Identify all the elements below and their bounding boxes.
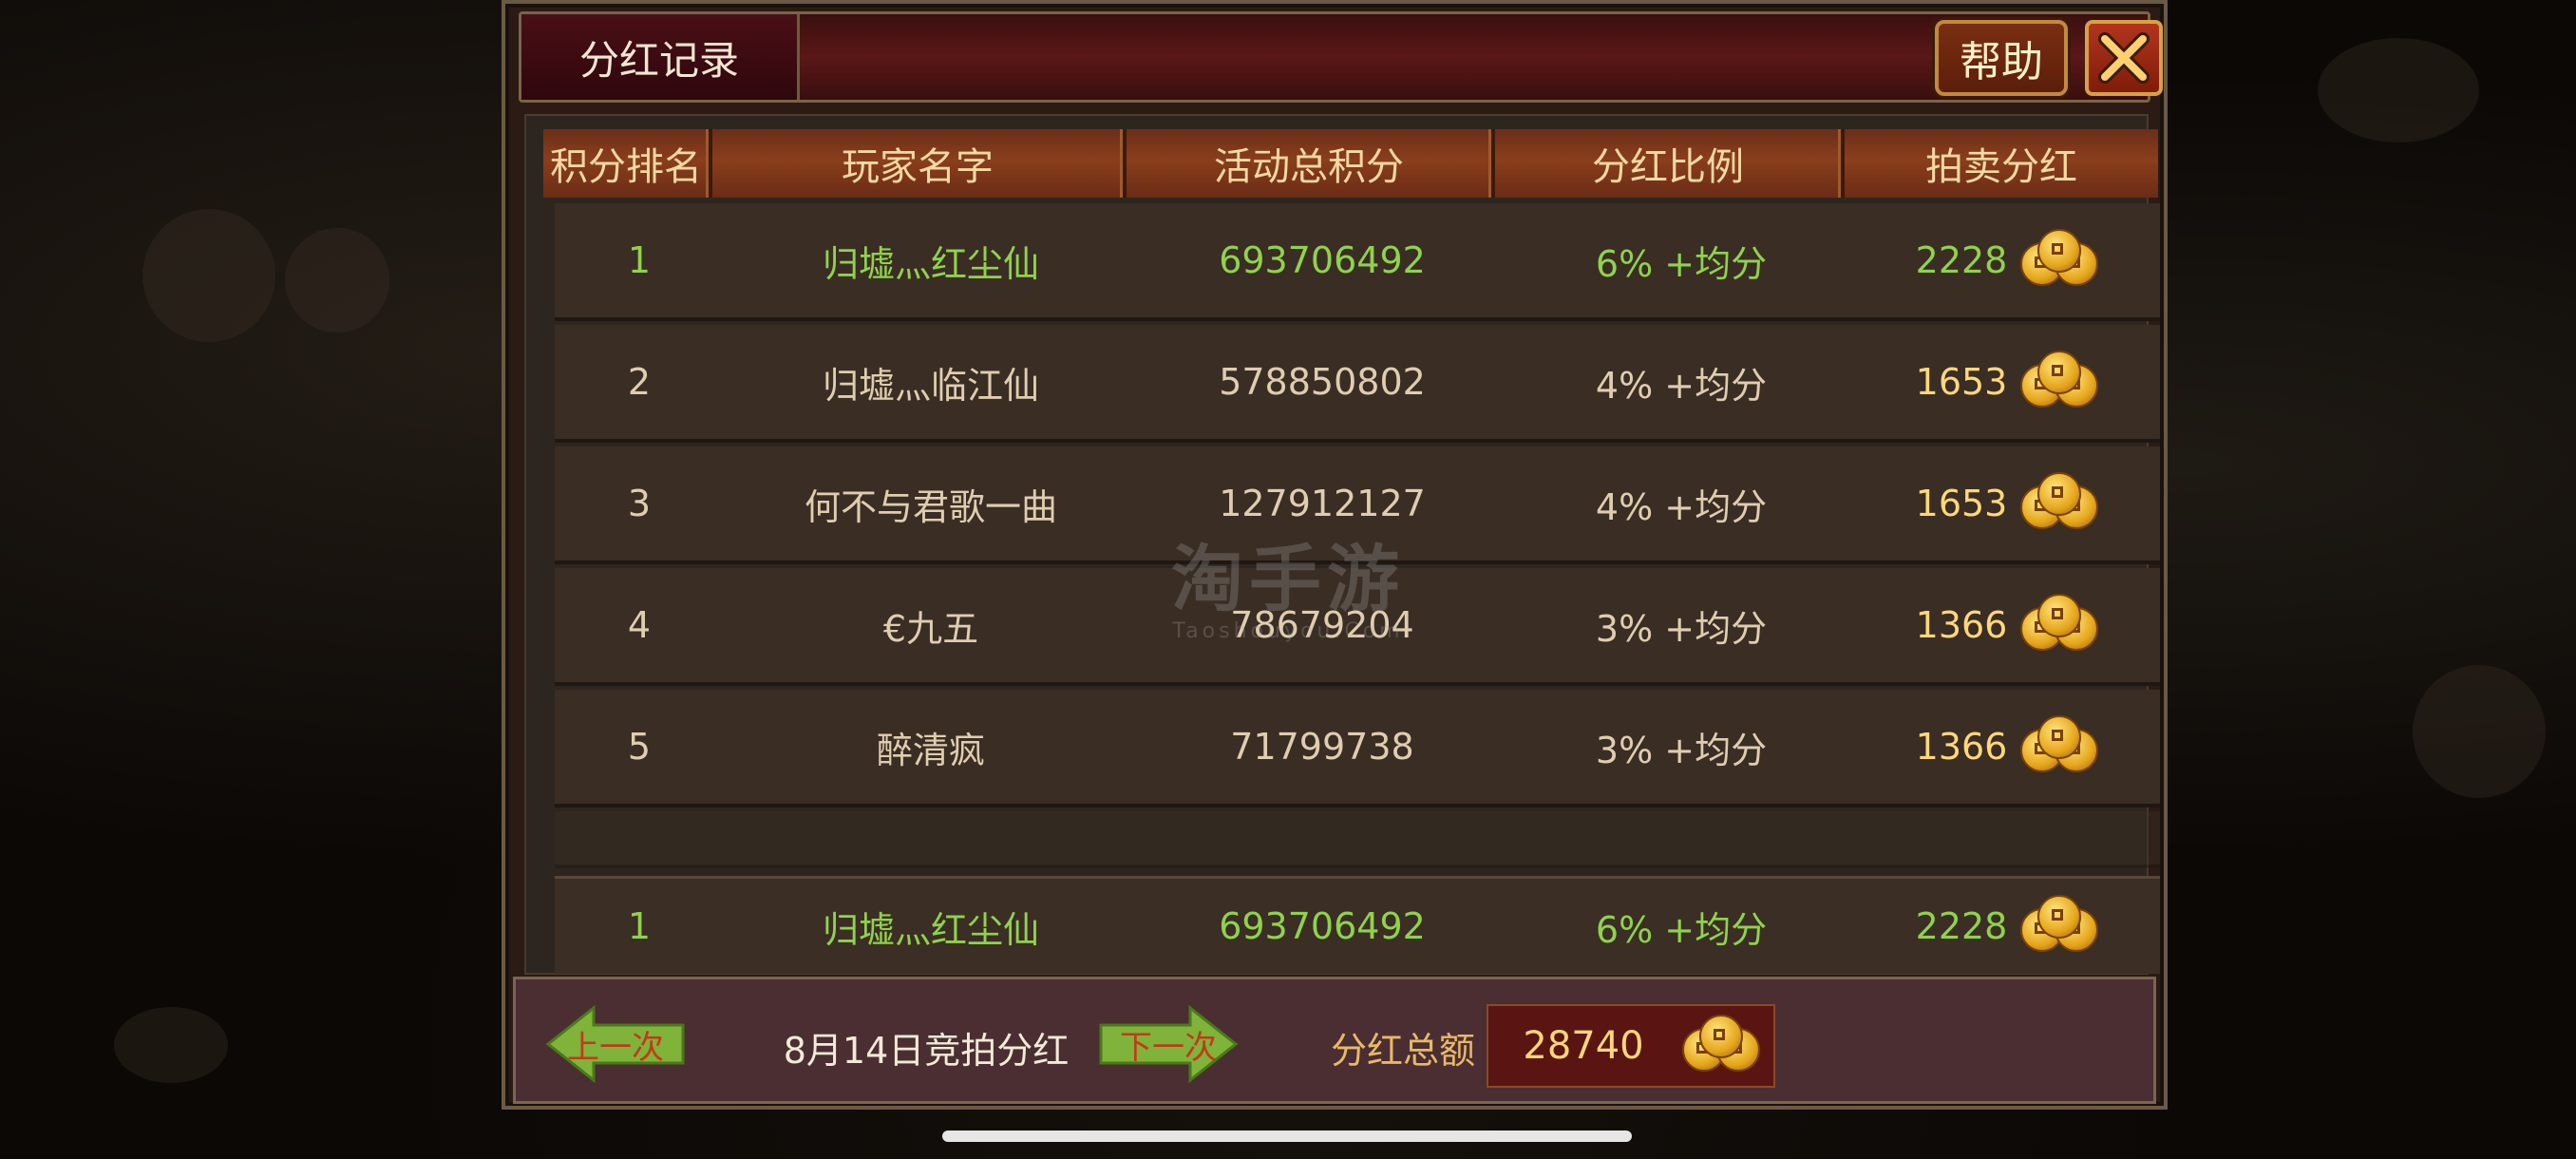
dividend-value: 1366 <box>1915 726 2008 768</box>
row-rank: 2 <box>627 361 652 403</box>
dividend-date: 8月14日竞拍分红 <box>783 1030 1070 1072</box>
my-ranking-row: 1 归墟灬红尘仙 693706492 6% +均分 2228 <box>555 876 2160 974</box>
header-auction-dividend: 拍卖分红 <box>1925 145 2077 189</box>
total-dividend-label: 分红总额 <box>1330 1030 1475 1072</box>
row-dividend: 1653 <box>1856 351 2160 413</box>
row-dividend: 2228 <box>1856 229 2160 292</box>
watermark-main: 淘手游 <box>1171 537 1405 621</box>
dividend-value: 2228 <box>1915 239 2008 281</box>
table-header: 积分排名 玩家名字 活动总积分 分红比例 拍卖分红 <box>543 129 2158 198</box>
row-score: 127912127 <box>1219 483 1426 524</box>
dividend-value: 1653 <box>1915 361 2008 403</box>
dividend-value: 1653 <box>1915 483 2008 524</box>
row-rank: 3 <box>627 483 652 524</box>
background-decoration <box>2413 665 2546 798</box>
row-dividend: 1653 <box>1856 472 2160 535</box>
row-player-name: 何不与君歌一曲 <box>804 485 1057 528</box>
row-player-name: 醉清疯 <box>876 729 985 771</box>
my-score: 693706492 <box>1219 905 1426 947</box>
row-player-name: €九五 <box>882 607 979 650</box>
my-dividend-value: 2228 <box>1915 905 2008 947</box>
dialog-title: 分红记录 <box>521 14 800 100</box>
prev-button[interactable]: 上一次 <box>544 1004 687 1084</box>
row-ratio: 3% +均分 <box>1595 607 1768 650</box>
gold-coin-icon <box>2017 715 2100 778</box>
home-indicator[interactable] <box>942 1130 1632 1142</box>
row-dividend: 1366 <box>1856 594 2160 656</box>
watermark-sub: Taoshouyou.Com <box>1172 619 1404 643</box>
total-dividend-box: 28740 <box>1487 1004 1775 1088</box>
row-ratio: 4% +均分 <box>1595 364 1768 407</box>
row-ratio: 3% +均分 <box>1595 729 1768 771</box>
row-rank: 1 <box>627 239 652 281</box>
my-dividend: 2228 <box>1856 895 2160 958</box>
gold-coin-icon <box>2017 472 2100 535</box>
watermark: 淘手游 Taoshouyou.Com <box>1165 521 1411 643</box>
row-score: 71799738 <box>1230 726 1414 768</box>
background-decoration <box>114 1007 228 1083</box>
prev-label: 上一次 <box>567 1028 664 1067</box>
header-player-name: 玩家名字 <box>712 129 1127 198</box>
gold-coin-icon <box>2017 895 2100 958</box>
background-decoration <box>2318 38 2479 142</box>
next-label: 下一次 <box>1120 1028 1217 1067</box>
row-score: 578850802 <box>1219 361 1426 403</box>
dialog-titlebar: 分红记录 帮助 <box>519 11 2163 103</box>
gold-coin-icon <box>2017 594 2100 656</box>
row-score: 693706492 <box>1219 239 1426 281</box>
background-decoration <box>285 228 389 332</box>
gold-coin-icon <box>1678 1015 1762 1077</box>
table-row: 2 归墟灬临江仙 578850802 4% +均分 1653 <box>555 325 2160 443</box>
dialog-footer: 上一次 8月14日竞拍分红 下一次 分红总额 28740 <box>513 977 2156 1104</box>
close-button[interactable] <box>2085 20 2163 96</box>
row-ratio: 6% +均分 <box>1595 242 1768 285</box>
gold-coin-icon <box>2017 229 2100 292</box>
table-row: 5 醉清疯 71799738 3% +均分 1366 <box>555 690 2160 808</box>
table-row: 1 归墟灬红尘仙 693706492 6% +均分 2228 <box>555 203 2160 321</box>
total-dividend-value: 28740 <box>1523 1024 1644 1068</box>
header-rank: 积分排名 <box>543 129 712 198</box>
my-player-name: 归墟灬红尘仙 <box>822 908 1039 951</box>
header-dividend-ratio: 分红比例 <box>1495 129 1845 198</box>
row-dividend: 1366 <box>1856 715 2160 778</box>
header-total-score: 活动总积分 <box>1127 129 1495 198</box>
help-button[interactable]: 帮助 <box>1935 20 2068 96</box>
my-rank: 1 <box>627 905 652 947</box>
background-decoration <box>142 209 275 342</box>
my-ratio: 6% +均分 <box>1595 908 1768 951</box>
table-row-partial <box>555 811 2160 868</box>
close-icon <box>2098 32 2150 84</box>
dividend-value: 1366 <box>1915 604 2008 646</box>
next-button[interactable]: 下一次 <box>1097 1004 1240 1084</box>
row-rank: 4 <box>627 604 652 646</box>
row-ratio: 4% +均分 <box>1595 485 1768 528</box>
row-rank: 5 <box>627 726 652 768</box>
row-player-name: 归墟灬临江仙 <box>822 364 1039 407</box>
row-player-name: 归墟灬红尘仙 <box>822 242 1039 285</box>
gold-coin-icon <box>2017 351 2100 413</box>
